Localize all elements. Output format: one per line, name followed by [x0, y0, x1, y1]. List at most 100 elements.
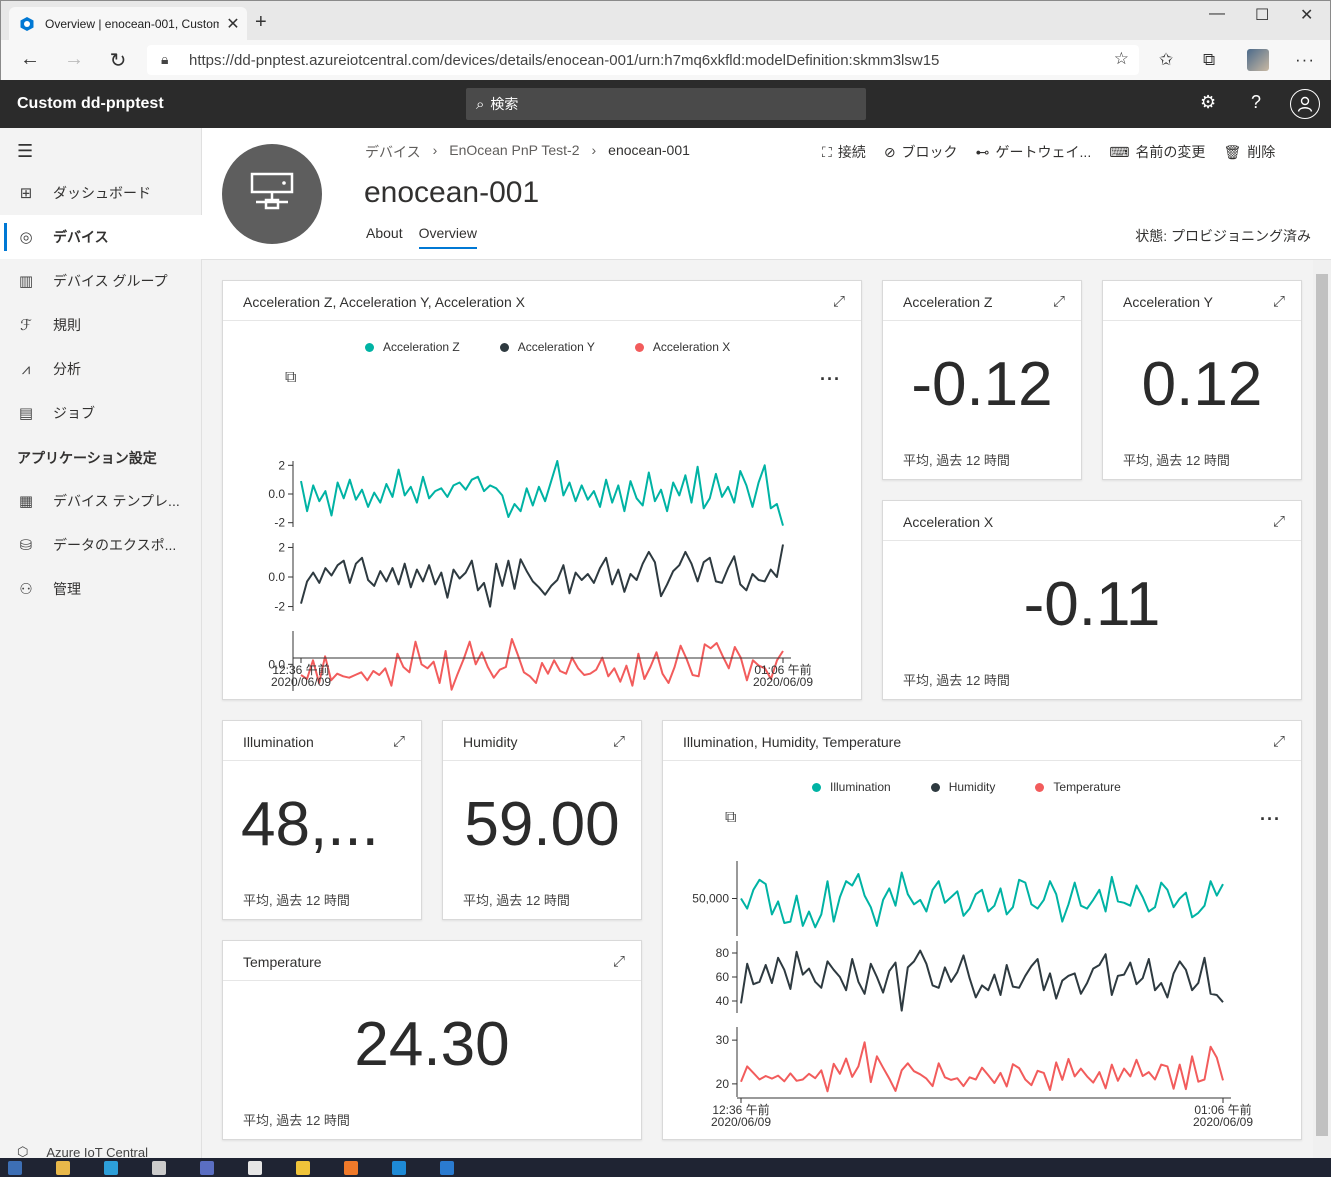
breadcrumb-devices[interactable]: デバイス [365, 142, 421, 162]
nav-data-export[interactable]: ⛁ データのエクスポ... [0, 523, 202, 567]
series-line [300, 460, 784, 526]
x-tick-label: 2020/06/09 [711, 1115, 771, 1129]
profile-avatar[interactable] [1247, 49, 1269, 71]
rename-button[interactable]: ⌨ 名前の変更 [1109, 142, 1205, 162]
kpi-tile-humidity: Humidity ⤢ 59.00 平均, 過去 12 時間 [442, 720, 642, 920]
y-tick-label: 20 [716, 1077, 730, 1091]
favorite-star-icon[interactable]: ☆ [1114, 49, 1129, 69]
browser-tab-bar: Overview | enocean-001, Custom ✕ + — ☐ ✕ [0, 0, 1331, 41]
taskbar-item[interactable] [248, 1160, 268, 1175]
gateway-button[interactable]: ⊷ ゲートウェイ... [976, 142, 1092, 162]
browser-tab[interactable]: Overview | enocean-001, Custom ✕ [9, 7, 247, 41]
expand-icon[interactable]: ⤢ [613, 733, 625, 750]
connect-button[interactable]: ⛶ 接続 [822, 142, 866, 162]
dashboard-icon: ⊞ [19, 185, 33, 202]
tile-title: Acceleration X [883, 501, 1301, 541]
block-button[interactable]: ⊘ ブロック [884, 142, 958, 162]
nav-label: デバイス テンプレ... [53, 493, 180, 509]
kpi-footer: 平均, 過去 12 時間 [243, 893, 350, 908]
kpi-footer: 平均, 過去 12 時間 [903, 673, 1010, 688]
left-nav: ☰ ⊞ ダッシュボード ◎ デバイス ▥ デバイス グループ ℱ 規則 ⩘ 分析… [0, 128, 202, 1160]
taskbar-item[interactable] [8, 1160, 28, 1175]
settings-more-icon[interactable]: ··· [1295, 50, 1315, 70]
taskbar-item[interactable] [200, 1160, 220, 1175]
scrollbar-thumb[interactable] [1316, 274, 1328, 1136]
y-tick-label: 2 [278, 458, 285, 472]
expand-icon[interactable]: ⤢ [393, 733, 405, 750]
minimize-icon[interactable]: — [1209, 5, 1225, 23]
taskbar-item[interactable] [104, 1160, 124, 1175]
expand-icon[interactable]: ⤢ [833, 293, 845, 310]
device-templates-icon: ▦ [18, 493, 34, 510]
taskbar-item[interactable] [296, 1160, 316, 1175]
close-tab-icon[interactable]: ✕ [219, 14, 247, 34]
nav-label: デバイス [53, 229, 109, 245]
forward-icon[interactable]: → [62, 48, 86, 71]
window-close-icon[interactable]: ✕ [1300, 5, 1313, 25]
refresh-icon[interactable]: ↻ [106, 48, 130, 73]
accel-line-chart: 20.0-220.0-20.012:36 午前2020/06/0901:06 午… [268, 458, 813, 691]
kpi-value: 0.12 [1141, 350, 1263, 419]
expand-icon[interactable]: ⤢ [1273, 293, 1285, 310]
expand-icon[interactable]: ⤢ [1273, 733, 1285, 750]
tab-overview[interactable]: Overview [418, 225, 477, 249]
nav-devices[interactable]: ◎ デバイス [0, 215, 202, 259]
y-tick-label: 0.0 [268, 570, 285, 584]
nav-analytics[interactable]: ⩘ 分析 [0, 347, 202, 391]
series-line [740, 871, 1224, 929]
tile-title: Illumination, Humidity, Temperature [663, 721, 1301, 761]
nav-device-templates[interactable]: ▦ デバイス テンプレ... [0, 479, 202, 523]
kpi-footer: 平均, 過去 12 時間 [1123, 453, 1230, 468]
chevron-right-icon: › [432, 142, 438, 158]
nav-label: ジョブ [53, 405, 95, 421]
help-icon[interactable]: ? [1251, 92, 1261, 113]
hamburger-menu-icon[interactable]: ☰ [17, 141, 33, 162]
back-icon[interactable]: ← [18, 48, 42, 71]
nav-label: データのエクスポ... [53, 537, 177, 553]
taskbar-item[interactable] [152, 1160, 172, 1175]
nav-jobs[interactable]: ▤ ジョブ [0, 391, 202, 435]
browser-tab-title: Overview | enocean-001, Custom [45, 17, 219, 31]
new-tab-icon[interactable]: + [255, 11, 267, 34]
kpi-footer: 平均, 過去 12 時間 [243, 1113, 350, 1128]
connect-label: 接続 [837, 144, 866, 160]
delete-button[interactable]: 🗑︎ 削除 [1223, 142, 1275, 162]
search-input[interactable]: ⌕ 検索 [466, 88, 866, 120]
nav-administration[interactable]: ⚇ 管理 [0, 567, 202, 611]
nav-device-groups[interactable]: ▥ デバイス グループ [0, 259, 202, 303]
device-tabs: About Overview [366, 225, 477, 249]
gear-icon[interactable]: ⚙ [1200, 92, 1216, 113]
taskbar-item[interactable] [56, 1160, 76, 1175]
series-line [300, 544, 784, 608]
taskbar-item[interactable] [392, 1160, 412, 1175]
expand-icon[interactable]: ⤢ [1053, 293, 1065, 310]
data-export-icon: ⛁ [19, 537, 33, 554]
env-chart-tile: Illumination, Humidity, Temperature ⤢ Il… [662, 720, 1302, 1140]
x-tick-label: 2020/06/09 [271, 675, 331, 689]
kpi-value: 59.00 [464, 790, 620, 859]
nav-dashboard[interactable]: ⊞ ダッシュボード [0, 171, 202, 215]
page-scrollbar[interactable] [1313, 260, 1331, 1158]
kpi-footer: 平均, 過去 12 時間 [463, 893, 570, 908]
maximize-icon[interactable]: ☐ [1255, 5, 1269, 25]
breadcrumb-current: enocean-001 [608, 142, 690, 158]
expand-icon[interactable]: ⤢ [613, 953, 625, 970]
tile-title: Humidity [443, 721, 641, 761]
taskbar-item[interactable] [344, 1160, 364, 1175]
tile-title: Acceleration Z, Acceleration Y, Accelera… [223, 281, 861, 321]
tab-about[interactable]: About [366, 225, 403, 249]
breadcrumb-template[interactable]: EnOcean PnP Test-2 [449, 142, 579, 162]
nav-rules[interactable]: ℱ 規則 [0, 303, 202, 347]
expand-icon[interactable]: ⤢ [1273, 513, 1285, 530]
y-tick-label: 50,000 [692, 892, 729, 906]
favorites-icon[interactable]: ✩ [1159, 50, 1173, 70]
y-tick-label: 80 [716, 946, 730, 960]
browser-toolbar: ← → ↻ 🔒︎ https://dd-pnptest.azureiotcent… [0, 40, 1331, 80]
device-icon [250, 172, 294, 210]
collections-icon[interactable]: ⧉ [1203, 50, 1215, 70]
address-bar[interactable]: 🔒︎ https://dd-pnptest.azureiotcentral.co… [147, 45, 1139, 75]
account-icon[interactable] [1290, 89, 1320, 119]
taskbar-item[interactable] [440, 1160, 460, 1175]
series-line [740, 1041, 1224, 1093]
x-tick-label: 2020/06/09 [753, 675, 813, 689]
